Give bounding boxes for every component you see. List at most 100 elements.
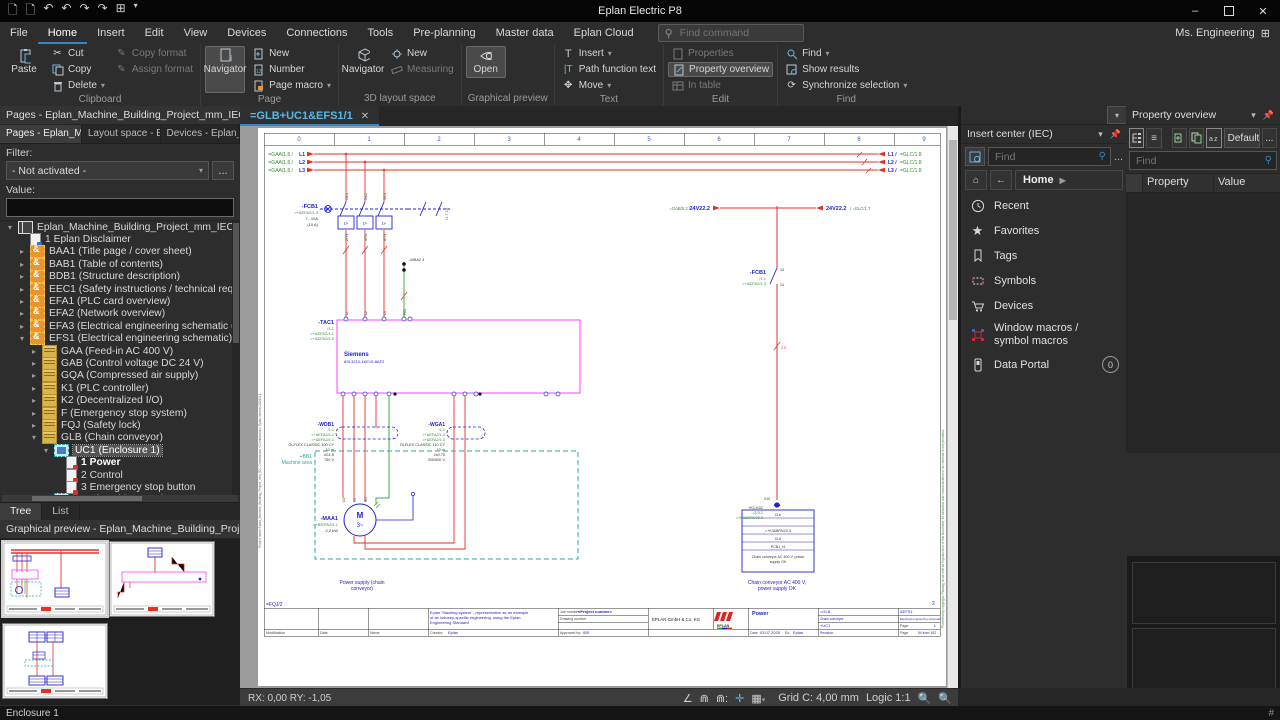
3d-navigator-button[interactable]: Navigator — [343, 46, 383, 78]
copy-properties-icon[interactable] — [1172, 128, 1187, 148]
back-icon[interactable]: ← — [990, 170, 1012, 190]
find-command-input[interactable] — [678, 26, 782, 40]
paste-button[interactable]: Paste — [4, 46, 44, 93]
property-search-input[interactable] — [1134, 154, 1228, 168]
properties-button[interactable]: Properties — [668, 46, 773, 61]
tree-row[interactable]: ▸GQA (Compressed air supply) — [0, 370, 240, 382]
magnet-snap-icon[interactable]: ⋒: — [716, 692, 728, 705]
cut-button[interactable]: ✂Cut — [48, 46, 108, 61]
user-window-icon[interactable]: ⊞ — [1261, 27, 1270, 40]
thumbnail-page-1[interactable] — [3, 542, 107, 616]
wga1-cable[interactable]: -WGA1 /1.1 =+&EFA2/1.3 =+&EFA2/1.3 ÖLFLE… — [400, 422, 485, 462]
move-button[interactable]: ✥Move▾ — [559, 78, 659, 93]
zoom-in-icon[interactable]: 🔍 — [938, 692, 952, 705]
value-input[interactable] — [6, 198, 234, 217]
panel-menu-icon[interactable]: ▾ — [1251, 110, 1256, 121]
tab-close-icon[interactable]: ✕ — [361, 111, 369, 122]
plc-input-box[interactable]: X10 I3.e =+K3&BPA/22.3 I3.6 PCB1_I4 Chai… — [736, 497, 814, 572]
insert-item-window-macros[interactable]: Window macros / symbol macros — [961, 318, 1127, 352]
insert-center-search[interactable]: ⚲ — [988, 147, 1111, 166]
user-name[interactable]: Ms. Engineering — [1175, 27, 1255, 39]
undo-icon[interactable]: ↶ — [43, 1, 53, 22]
show-results-button[interactable]: Show results — [782, 62, 910, 77]
redo-icon[interactable]: ↷ — [79, 1, 89, 22]
tree-horizontal-scrollbar[interactable] — [2, 495, 238, 502]
list-view-icon[interactable]: ≡ — [1146, 128, 1161, 148]
path-function-text-button[interactable]: |TPath function text — [559, 62, 659, 77]
crosshair-icon[interactable]: ✛ — [735, 692, 744, 705]
tree-vertical-scrollbar[interactable] — [232, 221, 240, 495]
menu-view[interactable]: View — [174, 22, 218, 44]
page-navigator-button[interactable]: Navigator — [205, 46, 245, 93]
schematic-page[interactable]: 0 1 2 3 4 5 6 7 8 9 =GAA/1.8 / L1 =GAA/1 — [258, 128, 946, 686]
maa1-motor[interactable]: M 3~ U1 V1 W1 -MAA1 =+B/EPA2/1.1 2,2 kW — [313, 492, 415, 536]
tree-row-current-page[interactable]: 1 Power — [0, 456, 240, 468]
canvas-vertical-scrollbar[interactable] — [947, 126, 958, 688]
schematic-canvas[interactable]: 0 1 2 3 4 5 6 7 8 9 =GAA/1.8 / L1 =GAA/1 — [240, 126, 958, 688]
filter-more-button[interactable]: ... — [212, 161, 234, 180]
insert-item-data-portal[interactable]: Data Portal 0 — [961, 352, 1127, 377]
copy-button[interactable]: Copy — [48, 62, 108, 77]
magnet-icon[interactable]: ⋒ — [700, 692, 709, 705]
thumbnail-page-2[interactable] — [110, 542, 214, 616]
maximize-button[interactable] — [1212, 0, 1246, 22]
menu-eplan-cloud[interactable]: Eplan Cloud — [564, 22, 644, 44]
menu-edit[interactable]: Edit — [135, 22, 174, 44]
tree-row[interactable]: ▸F (Emergency stop system) — [0, 407, 240, 419]
tree-row-selected[interactable]: ▾UC1 (Enclosure 1) — [0, 444, 240, 456]
open-page-icon[interactable]: 🗋 — [26, 1, 36, 22]
insert-item-favorites[interactable]: ★ Favorites — [961, 218, 1127, 243]
close-button[interactable]: ✕ — [1246, 0, 1280, 22]
in-table-button[interactable]: In table — [668, 78, 773, 93]
tree-tab[interactable]: Tree — [0, 503, 42, 520]
redo-list-icon[interactable]: ↷ — [98, 1, 108, 22]
tree-row[interactable]: ▾GLB (Chain conveyor) — [0, 432, 240, 444]
insert-item-recent[interactable]: Recent — [961, 193, 1127, 218]
find-command-box[interactable]: ⚲ — [658, 24, 804, 42]
filter-select[interactable]: - Not activated -▾ — [6, 161, 209, 180]
insert-center-more-button[interactable]: ... — [1114, 151, 1123, 163]
tree-row[interactable]: ▸GAA (Feed-in AC 400 V) — [0, 345, 240, 357]
undo-list-icon[interactable]: ↶ — [61, 1, 71, 22]
window-layout-icon[interactable]: ⊞ — [116, 1, 126, 22]
tab-devices[interactable]: Devices - Eplan_M... — [161, 125, 240, 143]
panel-collapse-icon[interactable]: ▾ — [1107, 106, 1127, 124]
home-icon[interactable]: ⌂ — [965, 170, 987, 190]
minimize-button[interactable]: – — [1178, 0, 1212, 22]
panel-menu-icon[interactable]: ▾ — [1098, 129, 1103, 140]
insert-item-symbols[interactable]: Symbols — [961, 268, 1127, 293]
fcb1-right-contact[interactable]: 13 14 -FCB1 /1.1 =+&EFA2/1.3 2.0 — [742, 208, 786, 500]
tree-row[interactable]: 2 Control — [0, 469, 240, 481]
fcb1-breaker-symbol[interactable]: I> I> I> 1/L1 3/L2 5/L3 2/T1 4/T2 6/T3 -… — [294, 193, 450, 241]
breadcrumb[interactable]: Home ▶ — [1015, 170, 1123, 190]
paste-properties-icon[interactable] — [1189, 128, 1204, 148]
tac1-drive[interactable]: L1 L2 L3 PE1 -TAC1 /1.1 =+&EFA2/1.1 =+&E… — [310, 308, 580, 396]
tree-view-icon[interactable] — [1129, 128, 1144, 148]
insert-item-tags[interactable]: Tags — [961, 243, 1127, 268]
3d-new-button[interactable]: New — [387, 46, 457, 61]
assign-format-button[interactable]: ✎Assign format — [112, 62, 196, 77]
menu-home[interactable]: Home — [38, 22, 87, 44]
menu-devices[interactable]: Devices — [217, 22, 276, 44]
menu-pre-planning[interactable]: Pre-planning — [403, 22, 485, 44]
snap-angle-icon[interactable]: ∠ — [683, 692, 693, 705]
qat-more-icon[interactable]: ▾ — [134, 1, 138, 22]
measuring-button[interactable]: Measuring — [387, 62, 457, 77]
property-search[interactable]: ⚲ — [1129, 151, 1277, 170]
tab-layout-space[interactable]: Layout space - Epl... — [82, 125, 161, 143]
preview-open-button[interactable]: Open — [466, 46, 506, 78]
delete-button[interactable]: Delete▾ — [48, 78, 108, 93]
pot-24v[interactable]: =GAB/5.2 / 24V22.2 24V22.2 / =GLC/1.7 — [669, 206, 871, 212]
property-table-body[interactable] — [1126, 193, 1280, 453]
menu-tools[interactable]: Tools — [358, 22, 404, 44]
pin-icon[interactable]: 📌 — [1110, 129, 1121, 140]
tab-pages[interactable]: Pages - Eplan_Mac... — [0, 125, 82, 143]
tree-row[interactable]: ▸GAB (Control voltage DC 24 V) — [0, 357, 240, 369]
tree-row[interactable]: ▾EFS1 (Electrical engineering schematic) — [0, 333, 240, 345]
menu-connections[interactable]: Connections — [276, 22, 357, 44]
list-tab[interactable]: List — [42, 503, 79, 520]
scheme-more-button[interactable]: ... — [1262, 128, 1277, 148]
insert-item-devices[interactable]: Devices — [961, 293, 1127, 318]
tree-row[interactable]: ▾Eplan_Machine_Building_Project_mm_IEC — [0, 221, 240, 233]
text-insert-button[interactable]: TInsert▾ — [559, 46, 659, 61]
